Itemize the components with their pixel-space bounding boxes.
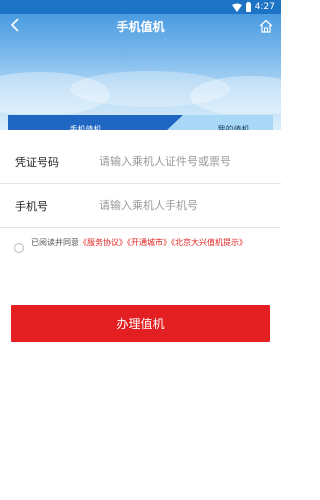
phone-input[interactable]	[99, 199, 269, 212]
tab-bar: 我的值机 手机值机	[8, 115, 273, 130]
battery-icon	[245, 1, 251, 12]
open-cities-link[interactable]: 《开通城市》	[127, 238, 171, 247]
agreement-row: 已阅读并同意《服务协议》《开通城市》《北京大兴值机提示》	[14, 233, 276, 263]
wifi-icon	[231, 3, 242, 12]
agreement-radio[interactable]	[14, 243, 24, 253]
checkin-form: 凭证号码 手机号	[0, 140, 281, 228]
status-time: 4:27	[254, 2, 275, 12]
cloud-background	[0, 71, 281, 114]
credential-label: 凭证号码	[15, 155, 59, 169]
credential-input[interactable]	[99, 155, 269, 168]
daxing-checkin-tips-link[interactable]: 《北京大兴值机提示》	[171, 238, 247, 247]
tab-mobile-checkin[interactable]: 手机值机	[8, 115, 183, 130]
phone-label: 手机号	[15, 199, 48, 213]
home-icon[interactable]	[259, 19, 273, 33]
credential-row: 凭证号码	[0, 140, 281, 184]
agreement-prefix: 已阅读并同意	[31, 238, 79, 247]
checkin-submit-button[interactable]: 办理值机	[11, 305, 270, 342]
header: 手机值机 我的值机 手机值机	[0, 14, 281, 130]
status-icons: 4:27	[231, 1, 275, 13]
service-agreement-link[interactable]: 《服务协议》	[79, 238, 127, 247]
agreement-text: 已阅读并同意《服务协议》《开通城市》《北京大兴值机提示》	[31, 236, 276, 249]
page-title: 手机值机	[116, 20, 165, 34]
phone-row: 手机号	[0, 184, 281, 228]
status-bar: 4:27	[0, 0, 281, 14]
